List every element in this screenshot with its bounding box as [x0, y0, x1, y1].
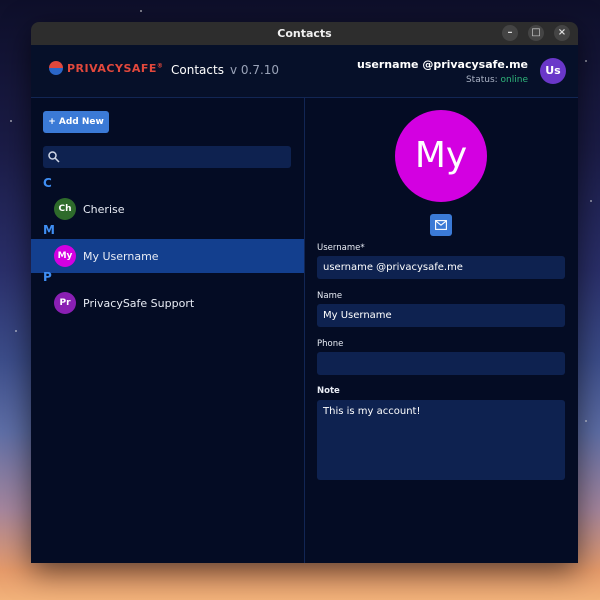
user-info: username @privacysafe.me Status: online	[357, 58, 528, 85]
window-title: Contacts	[277, 27, 332, 40]
window-controls: – □ ×	[502, 25, 570, 41]
group-letter-c: C	[43, 176, 52, 190]
star	[585, 420, 587, 422]
maximize-button[interactable]: □	[528, 25, 544, 41]
name-field[interactable]: My Username	[317, 304, 565, 327]
star	[15, 330, 17, 332]
title-bar[interactable]: Contacts – □ ×	[31, 22, 578, 45]
star	[140, 10, 142, 12]
contacts-window: Contacts – □ × PRIVACYSAFE® Contacts v 0.…	[31, 22, 578, 563]
contact-cherise[interactable]: Ch Cherise	[31, 192, 304, 226]
contact-detail-panel: My Username* username @privacysafe.me Na…	[305, 98, 578, 563]
contact-avatar: Ch	[54, 198, 76, 220]
note-label: Note	[317, 386, 340, 396]
contact-avatar: My	[54, 245, 76, 267]
user-status: Status: online	[357, 75, 528, 85]
contact-my-username[interactable]: My My Username	[31, 239, 304, 273]
app-name: Contacts	[171, 63, 224, 77]
user-avatar[interactable]: Us	[540, 58, 566, 84]
close-button[interactable]: ×	[554, 25, 570, 41]
phone-label: Phone	[317, 339, 344, 349]
search-box[interactable]	[43, 146, 291, 170]
search-input[interactable]	[65, 146, 289, 170]
mail-icon	[435, 220, 447, 230]
add-new-button[interactable]: + Add New	[43, 111, 109, 133]
send-message-button[interactable]	[430, 214, 452, 236]
status-label: Status:	[465, 75, 498, 85]
username-label: Username*	[317, 243, 365, 253]
contacts-sidebar: + Add New C Ch Cherise M My My Username …	[31, 98, 305, 563]
app-version: v 0.7.10	[229, 63, 280, 77]
status-value: online	[500, 75, 528, 85]
contact-privacysafe-support[interactable]: Pr PrivacySafe Support	[31, 286, 304, 320]
app-title: Contacts v 0.7.10	[171, 63, 279, 77]
name-label: Name	[317, 291, 343, 301]
star	[590, 200, 592, 202]
logo-text: PRIVACYSAFE®	[67, 61, 164, 75]
contact-avatar: Pr	[54, 292, 76, 314]
contact-name: My Username	[83, 249, 159, 263]
user-name: username @privacysafe.me	[357, 58, 528, 71]
contact-large-avatar: My	[395, 110, 487, 202]
star	[585, 60, 587, 62]
group-letter-m: M	[43, 223, 55, 237]
search-icon	[48, 151, 60, 163]
star	[10, 120, 12, 122]
logo-mark-icon	[49, 61, 63, 75]
contact-name: PrivacySafe Support	[83, 296, 195, 310]
privacysafe-logo: PRIVACYSAFE®	[49, 61, 163, 75]
username-field[interactable]: username @privacysafe.me	[317, 256, 565, 279]
note-field[interactable]: This is my account!	[317, 400, 565, 480]
minimize-button[interactable]: –	[502, 25, 518, 41]
contact-name: Cherise	[83, 202, 125, 216]
app-header: PRIVACYSAFE® Contacts v 0.7.10 username @…	[31, 45, 578, 98]
phone-field[interactable]	[317, 352, 565, 375]
group-letter-p: P	[43, 270, 52, 284]
